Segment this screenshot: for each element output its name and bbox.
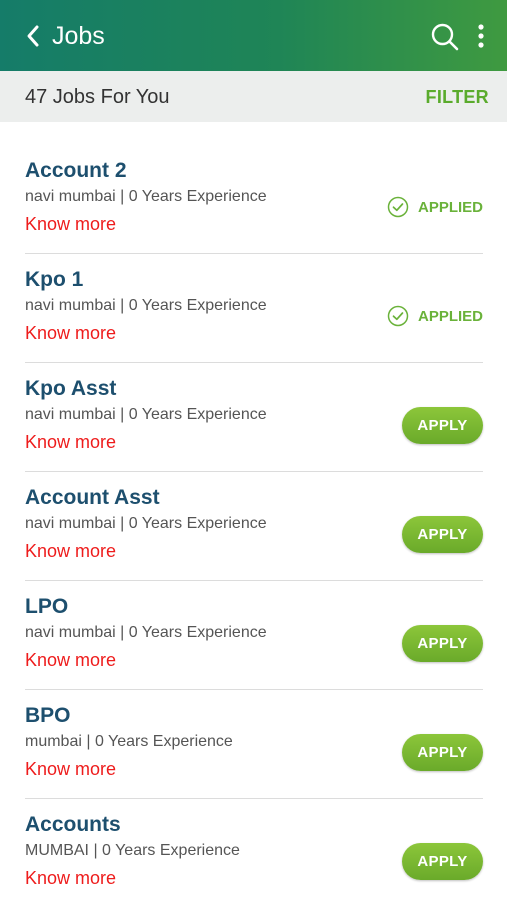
know-more-link[interactable]: Know more: [25, 539, 116, 563]
job-title[interactable]: LPO: [25, 594, 68, 620]
applied-status: APPLIED: [387, 195, 483, 219]
check-circle-icon: [387, 305, 409, 327]
job-location-experience: navi mumbai | 0 Years Experience: [25, 624, 267, 641]
job-list-item[interactable]: Kpo Asst navi mumbai | 0 Years Experience…: [25, 364, 483, 472]
job-list-item[interactable]: BPO mumbai | 0 Years Experience Know more A…: [25, 691, 483, 799]
job-list-item[interactable]: Kpo 1 navi mumbai | 0 Years Experience Kno…: [25, 255, 483, 363]
app-bar: Jobs: [0, 0, 507, 71]
search-icon[interactable]: [430, 22, 460, 52]
job-location-experience: mumbai | 0 Years Experience: [25, 733, 233, 750]
job-location-experience: navi mumbai | 0 Years Experience: [25, 406, 267, 423]
know-more-link[interactable]: Know more: [25, 866, 116, 890]
job-title[interactable]: Kpo 1: [25, 267, 83, 293]
job-title[interactable]: Accounts: [25, 812, 121, 838]
know-more-link[interactable]: Know more: [25, 648, 116, 672]
know-more-link[interactable]: Know more: [25, 430, 116, 454]
job-list-item[interactable]: Account Asst navi mumbai | 0 Years Experi…: [25, 473, 483, 581]
check-circle-icon: [387, 196, 409, 218]
job-location-experience: navi mumbai | 0 Years Experience: [25, 297, 267, 314]
job-list: Account 2 navi mumbai | 0 Years Experienc…: [0, 146, 507, 907]
job-title[interactable]: Account 2: [25, 158, 127, 184]
back-icon[interactable]: [22, 22, 46, 50]
know-more-link[interactable]: Know more: [25, 212, 116, 236]
applied-label: APPLIED: [417, 307, 483, 325]
know-more-link[interactable]: Know more: [25, 757, 116, 781]
job-list-item[interactable]: Account 2 navi mumbai | 0 Years Experienc…: [25, 146, 483, 254]
page-title: Jobs: [52, 22, 105, 50]
job-title[interactable]: BPO: [25, 703, 71, 729]
job-list-item[interactable]: LPO navi mumbai | 0 Years Experience Know …: [25, 582, 483, 690]
results-bar: 47 Jobs For You FILTER: [0, 71, 507, 122]
apply-button[interactable]: APPLY: [402, 734, 483, 771]
jobs-count: 47 Jobs For You: [25, 86, 170, 108]
job-location-experience: MUMBAI | 0 Years Experience: [25, 842, 240, 859]
job-title[interactable]: Kpo Asst: [25, 376, 116, 402]
applied-status: APPLIED: [387, 304, 483, 328]
apply-button[interactable]: APPLY: [402, 516, 483, 553]
apply-button[interactable]: APPLY: [402, 407, 483, 444]
apply-button[interactable]: APPLY: [402, 843, 483, 880]
know-more-link[interactable]: Know more: [25, 321, 116, 345]
more-vertical-icon[interactable]: [474, 22, 488, 50]
job-list-item[interactable]: Accounts MUMBAI | 0 Years Experience Know …: [25, 800, 483, 907]
filter-button[interactable]: FILTER: [426, 85, 489, 109]
applied-label: APPLIED: [417, 198, 483, 216]
apply-button[interactable]: APPLY: [402, 625, 483, 662]
job-location-experience: navi mumbai | 0 Years Experience: [25, 188, 267, 205]
job-location-experience: navi mumbai | 0 Years Experience: [25, 515, 267, 532]
job-title[interactable]: Account Asst: [25, 485, 160, 511]
